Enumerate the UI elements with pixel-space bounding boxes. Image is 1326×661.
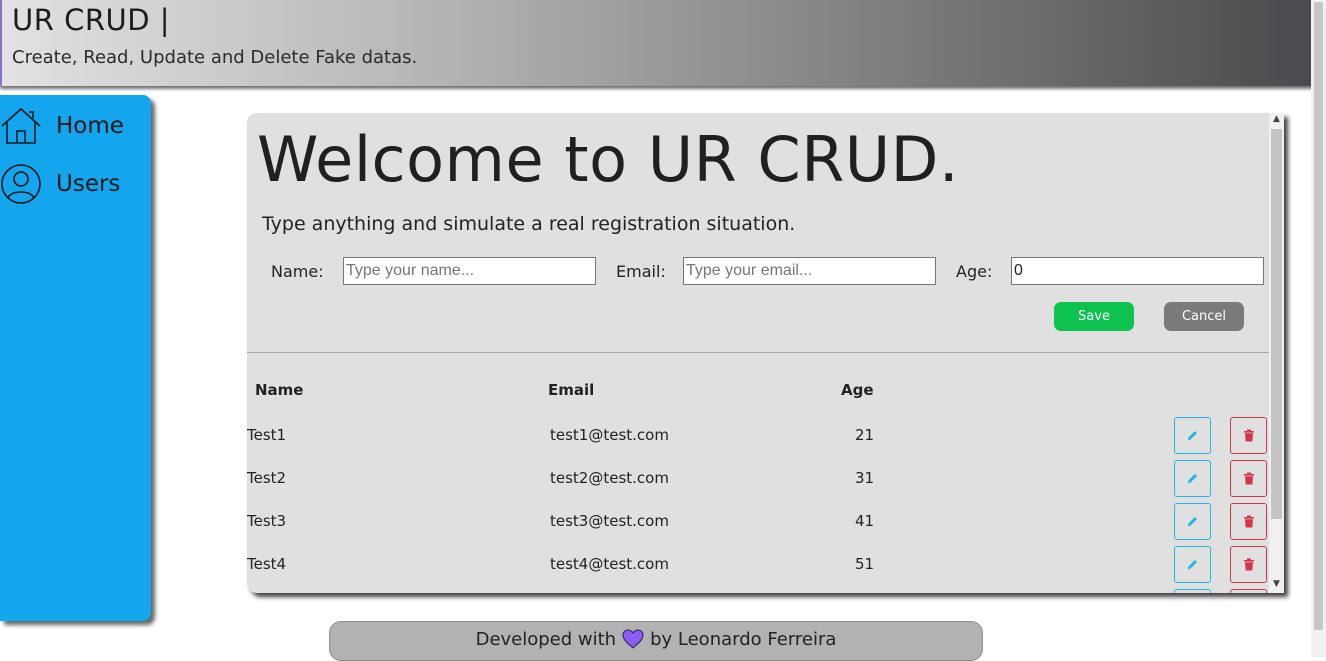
divider [247,352,1269,353]
trash-icon [1243,429,1254,442]
delete-button[interactable] [1230,503,1267,540]
cell-email: test1@test.com [550,426,669,444]
cell-name: Test3 [247,512,287,530]
sidebar-item-label: Home [56,113,124,139]
delete-button[interactable] [1230,589,1267,593]
panel-scrollbar[interactable]: ▲ ▼ [1269,113,1284,593]
cancel-button[interactable]: Cancel [1164,302,1244,331]
app-header: UR CRUD | Create, Read, Update and Delet… [0,0,1313,86]
name-label: Name: [271,262,324,281]
app-subtitle: Create, Read, Update and Delete Fake dat… [12,47,418,68]
scroll-up-icon[interactable]: ▲ [1269,114,1284,124]
column-header-name: Name [255,381,304,399]
cell-age: 21 [855,426,875,444]
edit-button[interactable] [1174,460,1211,497]
trash-icon [1243,472,1254,485]
user-icon [0,163,42,205]
home-icon [0,105,42,147]
trash-icon [1243,515,1254,528]
page-title: Welcome to UR CRUD. [257,123,960,196]
pencil-icon [1187,431,1197,441]
pencil-icon [1187,517,1197,527]
page-lead: Type anything and simulate a real regist… [262,213,796,235]
edit-button[interactable] [1174,546,1211,583]
edit-button[interactable] [1174,589,1211,593]
delete-button[interactable] [1230,546,1267,583]
page-scrollbar-thumb[interactable] [1314,2,1323,630]
cell-age: 51 [855,555,875,573]
edit-button[interactable] [1174,503,1211,540]
column-header-age: Age [841,381,874,399]
column-header-email: Email [548,381,595,399]
footer: Developed with by Leonardo Ferreira [329,621,983,661]
app-title: UR CRUD | [12,3,171,37]
name-input[interactable] [343,257,596,285]
cell-name: Test1 [247,426,287,444]
main-content: Welcome to UR CRUD. Type anything and si… [247,113,1269,593]
footer-text-after: by Leonardo Ferreira [650,628,837,650]
page-scrollbar[interactable] [1311,0,1326,657]
delete-button[interactable] [1230,417,1267,454]
pencil-icon [1187,474,1197,484]
sidebar-item-home[interactable]: Home [0,105,124,147]
footer-text-before: Developed with [475,628,617,650]
scroll-down-icon[interactable]: ▼ [1269,579,1284,589]
trash-icon [1243,558,1254,571]
main-panel: Welcome to UR CRUD. Type anything and si… [247,113,1284,593]
sidebar-item-label: Users [56,171,121,197]
delete-button[interactable] [1230,460,1267,497]
cell-name: Test2 [247,469,287,487]
cell-email: test4@test.com [550,555,669,573]
edit-button[interactable] [1174,417,1211,454]
cell-email: test3@test.com [550,512,669,530]
cell-name: Test4 [247,555,287,573]
pencil-icon [1187,560,1197,570]
email-label: Email: [616,262,666,281]
panel-scrollbar-thumb[interactable] [1271,129,1282,519]
cell-age: 31 [855,469,875,487]
email-input[interactable] [683,257,936,285]
cell-email: test2@test.com [550,469,669,487]
age-input[interactable] [1011,257,1264,285]
cell-age: 41 [855,512,875,530]
heart-icon [622,629,644,649]
age-label: Age: [956,262,993,281]
sidebar-item-users[interactable]: Users [0,163,120,205]
sidebar: Home Users [0,95,151,621]
save-button[interactable]: Save [1054,302,1134,331]
